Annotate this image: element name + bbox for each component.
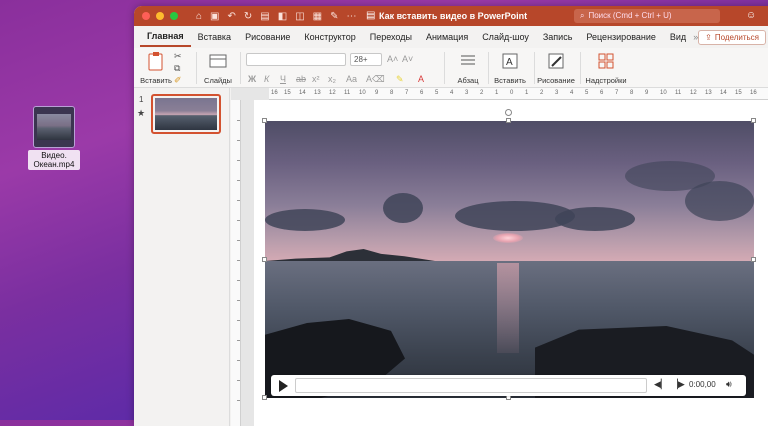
resize-handle-tl[interactable] [262, 118, 267, 123]
format-painter-icon[interactable]: ✎ [330, 11, 338, 22]
font-size-select[interactable]: 28+ [350, 53, 382, 66]
arrange-icon[interactable]: ◧ [278, 11, 287, 22]
bold-icon[interactable]: Ж [248, 74, 256, 84]
more-icon[interactable]: ⋯ [346, 11, 356, 22]
desktop-file-label: Видео. Океан.mp4 [28, 150, 80, 170]
play-icon[interactable] [279, 380, 288, 392]
search-field[interactable]: ⌕ Поиск (Cmd + Ctrl + U) [574, 9, 720, 23]
video-file-thumbnail [33, 106, 75, 148]
undo-icon[interactable]: ↶ [228, 11, 236, 22]
drawing-button[interactable]: Рисование [536, 51, 576, 85]
tab-animations[interactable]: Анимация [419, 26, 475, 48]
superscript-icon[interactable]: x² [312, 74, 320, 84]
resize-handle-ml[interactable] [262, 257, 267, 262]
video-frame[interactable] [265, 121, 754, 398]
tab-record[interactable]: Запись [536, 26, 580, 48]
save-icon[interactable]: ▣ [210, 11, 219, 22]
document-title: Как вставить видео в PowerPoint [379, 11, 528, 21]
tab-transitions[interactable]: Переходы [363, 26, 419, 48]
volume-icon[interactable]: 🔊︎ [726, 379, 732, 390]
tab-draw[interactable]: Рисование [238, 26, 297, 48]
shapes-pencil-icon [548, 53, 564, 69]
share-icon: ⇪ [705, 33, 712, 42]
group-icon[interactable]: ▤ [260, 11, 269, 22]
home-icon[interactable]: ⌂ [196, 11, 202, 22]
minimize-window-button[interactable] [156, 12, 164, 20]
resize-handle-tr[interactable] [751, 118, 756, 123]
tab-design[interactable]: Конструктор [297, 26, 362, 48]
slide-canvas: 16 15 14 13 12 11 10 9 8 7 6 5 4 3 2 1 0… [231, 88, 768, 426]
skip-back-icon[interactable]: ◀▏ [654, 379, 668, 390]
decrease-font-icon[interactable]: A˅ [402, 54, 413, 64]
clear-format-icon[interactable]: A⌫ [366, 74, 385, 85]
smiley-icon[interactable]: ☺ [746, 10, 756, 21]
tab-review[interactable]: Рецензирование [579, 26, 663, 48]
tab-view[interactable]: Вид [663, 26, 693, 48]
document-icon: ▤ [366, 10, 376, 21]
cut-icon[interactable]: ✂ [174, 51, 182, 62]
copy-icon[interactable]: ⧉ [174, 63, 180, 74]
quick-access-toolbar: ⌂ ▣ ↶ ↻ ▤ ◧ ◫ ▦ ✎ ⋯ [196, 11, 356, 22]
tab-home[interactable]: Главная [140, 27, 191, 47]
underline-icon[interactable]: Ч [280, 74, 286, 84]
title-bar: ⌂ ▣ ↶ ↻ ▤ ◧ ◫ ▦ ✎ ⋯ ▤ Как вставить видео… [134, 6, 768, 26]
italic-icon[interactable]: К [264, 74, 269, 84]
video-progress-track[interactable] [295, 378, 647, 393]
layers-icon[interactable]: ▦ [313, 11, 322, 22]
skip-forward-icon[interactable]: ▕▶ [671, 379, 685, 390]
change-case-icon[interactable]: Aa [346, 74, 357, 84]
tab-insert[interactable]: Вставка [191, 26, 238, 48]
desktop-video-file[interactable]: Видео. Океан.mp4 [28, 106, 80, 170]
powerpoint-window: ⌂ ▣ ↶ ↻ ▤ ◧ ◫ ▦ ✎ ⋯ ▤ Как вставить видео… [134, 6, 768, 426]
resize-handle-tc[interactable] [506, 118, 511, 123]
paragraph-icon [461, 55, 475, 65]
addins-button[interactable]: Надстройки [584, 51, 628, 85]
slide-number: 1 [139, 95, 144, 104]
search-icon: ⌕ [580, 11, 585, 20]
tab-slideshow[interactable]: Слайд-шоу [475, 26, 536, 48]
horizontal-ruler: 16 15 14 13 12 11 10 9 8 7 6 5 4 3 2 1 0… [269, 88, 768, 100]
svg-text:A: A [506, 57, 513, 68]
slides-pane: 1 ★ [134, 88, 230, 426]
ribbon-toolbar: Вставить ✂ ⧉ ✐ Слайды 28+ A˄ A˅ Ж К Ч ab… [134, 48, 768, 88]
ribbon-tabs: Главная Вставка Рисование Конструктор Пе… [134, 26, 768, 48]
textbox-icon: A [502, 53, 518, 69]
slide-thumbnail[interactable] [151, 94, 221, 134]
video-player-controls: ◀▏ ▕▶ 0:00,00 🔊︎ [271, 375, 746, 396]
format-painter-brush-icon[interactable]: ✐ [174, 75, 182, 86]
font-color-icon[interactable]: A [418, 74, 424, 84]
insert-button[interactable]: A Вставить [492, 51, 528, 85]
shapes-icon[interactable]: ◫ [295, 11, 304, 22]
font-family-select[interactable] [246, 53, 346, 66]
increase-font-icon[interactable]: A˄ [387, 54, 398, 64]
clipboard-icon [148, 52, 163, 71]
rotate-handle[interactable] [505, 109, 512, 116]
addins-grid-icon [598, 53, 614, 69]
share-button[interactable]: ⇪ Поделиться [698, 30, 766, 45]
paragraph-button[interactable]: Абзац [452, 51, 484, 85]
slides-button[interactable]: Слайды [202, 51, 234, 85]
subscript-icon[interactable]: x₂ [328, 74, 336, 84]
strikethrough-icon[interactable]: ab [296, 74, 306, 84]
zoom-window-button[interactable] [170, 12, 178, 20]
redo-icon[interactable]: ↻ [244, 11, 252, 22]
vertical-ruler [231, 100, 241, 426]
new-slide-icon [209, 54, 227, 68]
resize-handle-bl[interactable] [262, 395, 267, 400]
highlight-icon[interactable]: ✎ [396, 74, 404, 85]
animation-star-icon: ★ [137, 108, 146, 118]
video-time: 0:00,00 [689, 380, 716, 389]
paste-button[interactable]: Вставить [138, 51, 174, 85]
resize-handle-mr[interactable] [751, 257, 756, 262]
close-window-button[interactable] [142, 12, 150, 20]
